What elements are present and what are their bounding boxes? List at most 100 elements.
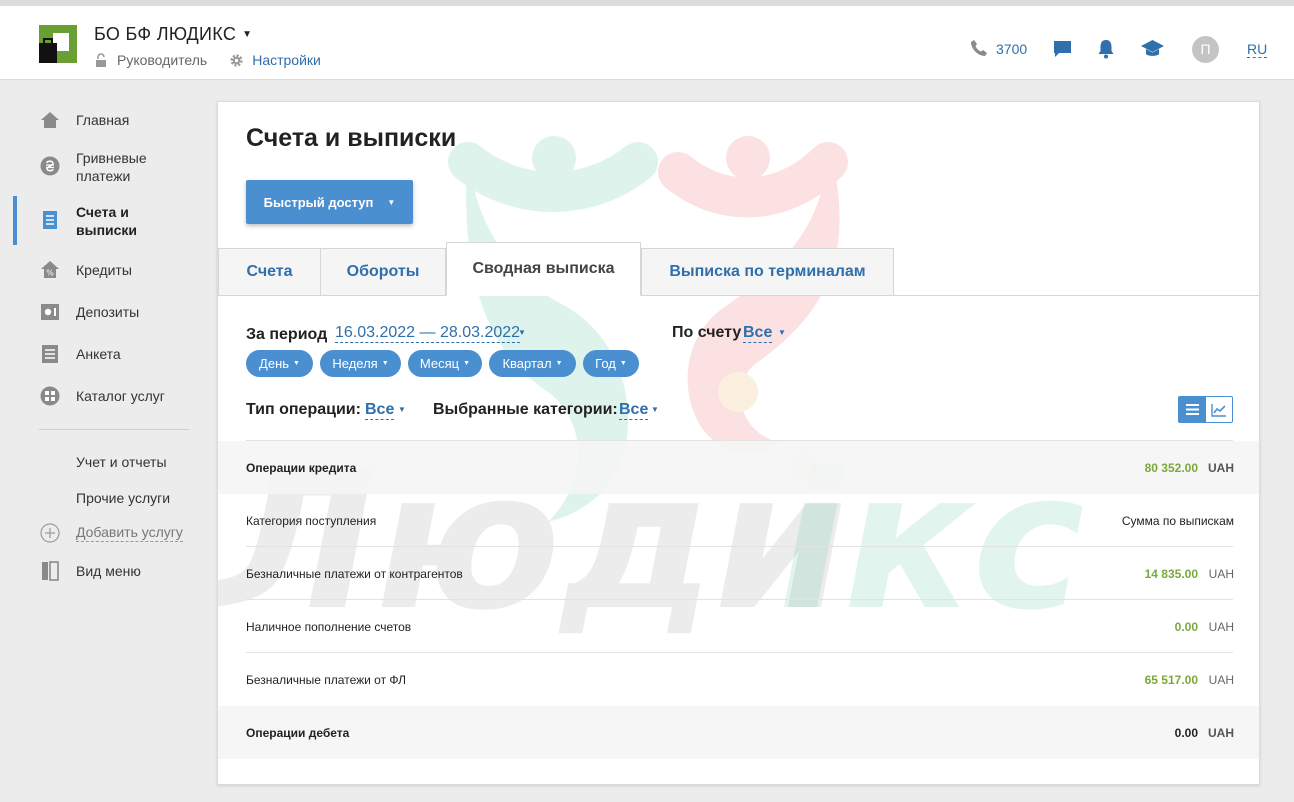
active-indicator: [13, 196, 17, 245]
sidebar: Главная Гривневые платежи Счета и выписк…: [0, 80, 210, 802]
bell-icon[interactable]: [1097, 39, 1115, 59]
tab-terminal-statement[interactable]: Выписка по терминалам: [641, 248, 894, 296]
tab-accounts[interactable]: Счета: [218, 248, 321, 296]
tab-summary-statement[interactable]: Сводная выписка: [446, 242, 641, 296]
graduation-cap-icon[interactable]: [1140, 39, 1165, 59]
avatar[interactable]: П: [1192, 36, 1219, 63]
user-role: Руководитель: [117, 52, 208, 68]
sidebar-item-label: Счета и выписки: [76, 204, 138, 238]
row-name: Безналичные платежи от контрагентов: [246, 566, 463, 581]
table-row: Категория поступления Сумма по выпискам: [218, 494, 1259, 547]
sidebar-item-label: Гривневые платежи: [76, 150, 147, 184]
view-toggle: [1178, 396, 1233, 423]
chart-view-button[interactable]: [1206, 397, 1233, 422]
credit-house-icon: %: [41, 261, 59, 278]
menu-view-icon: [42, 561, 59, 581]
document-icon: [43, 211, 57, 229]
table-row: Безналичные платежи от контрагентов 14 8…: [218, 547, 1259, 600]
chevron-down-icon: ▼: [619, 360, 627, 367]
chevron-down-icon: ▼: [242, 29, 253, 40]
sidebar-item-label: Кредиты: [76, 262, 132, 278]
chevron-down-icon[interactable]: ▼: [778, 328, 786, 337]
tab-label: Счета: [246, 263, 293, 280]
account-filter[interactable]: Все: [743, 324, 773, 343]
period-day-button[interactable]: День ▼: [246, 350, 313, 377]
phone-icon[interactable]: [970, 39, 988, 57]
period-label: За период: [246, 326, 328, 343]
period-month-button[interactable]: Месяц ▼: [408, 350, 482, 377]
row-currency: UAH: [1208, 725, 1234, 740]
operation-type-filter[interactable]: Все: [365, 401, 395, 420]
sidebar-item-label: Анкета: [76, 346, 121, 362]
form-list-icon: [42, 345, 58, 363]
chevron-down-icon: ▼: [387, 197, 396, 207]
row-name: Операции кредита: [246, 460, 357, 475]
quick-access-label: Быстрый доступ: [263, 194, 374, 210]
tab-label: Сводная выписка: [472, 260, 615, 277]
chevron-down-icon[interactable]: ▼: [518, 328, 526, 337]
row-amount: 65 517.00: [1144, 672, 1198, 687]
table-row: Операции кредита 80 352.00 UAH: [218, 441, 1259, 494]
list-icon: [1185, 404, 1199, 415]
unlock-icon: [96, 52, 106, 67]
table-row: Наличное пополнение счетов 0.00 UAH: [218, 600, 1259, 653]
period-week-button[interactable]: Неделя ▼: [320, 350, 401, 377]
chevron-down-icon[interactable]: ▼: [651, 405, 659, 414]
row-name: Наличное пополнение счетов: [246, 619, 412, 634]
chevron-down-icon: ▼: [381, 360, 389, 367]
line-chart-icon: [1211, 403, 1226, 417]
row-currency: UAH: [1208, 672, 1234, 687]
row-amount: 14 835.00: [1144, 566, 1198, 581]
row-currency: UAH: [1208, 566, 1234, 581]
tab-label: Выписка по терминалам: [669, 263, 866, 280]
row-name: Операции дебета: [246, 725, 350, 740]
sidebar-item-label: Учет и отчеты: [76, 454, 167, 470]
sidebar-item-label: Добавить услугу: [76, 524, 183, 542]
period-date-range[interactable]: 16.03.2022 — 28.03.2022: [335, 324, 521, 343]
row-currency: UAH: [1208, 619, 1234, 634]
tab-turnovers[interactable]: Обороты: [320, 248, 446, 296]
chevron-down-icon[interactable]: ▼: [398, 405, 406, 414]
column-header-category: Категория поступления: [246, 513, 377, 528]
categories-label: Выбранные категории:: [433, 401, 618, 418]
settings-link[interactable]: Настройки: [252, 52, 321, 68]
chat-icon[interactable]: [1053, 40, 1072, 58]
sidebar-divider: [39, 429, 189, 430]
table-row: Операции дебета 0.00 UAH: [218, 706, 1259, 759]
list-view-button[interactable]: [1179, 397, 1206, 422]
period-year-button[interactable]: Год ▼: [583, 350, 639, 377]
company-name: БО БФ ЛЮДИКС: [94, 24, 237, 44]
sidebar-item-label: Прочие услуги: [76, 490, 171, 506]
quick-access-button[interactable]: Быстрый доступ ▼: [246, 180, 413, 224]
pill-label: День: [259, 356, 290, 371]
phone-number[interactable]: 3700: [996, 41, 1027, 57]
pill-label: Месяц: [419, 356, 460, 371]
page-title: Счета и выписки: [246, 124, 457, 152]
chevron-down-icon: ▼: [293, 360, 300, 367]
catalog-icon: [40, 386, 60, 406]
pill-label: Год: [595, 356, 616, 371]
table-row: Безналичные платежи от ФЛ 65 517.00 UAH: [218, 653, 1259, 706]
company-selector[interactable]: БО БФ ЛЮДИКС ▼: [94, 24, 252, 45]
period-quarter-button[interactable]: Квартал ▼: [489, 350, 576, 377]
chevron-down-icon: ▼: [463, 360, 471, 367]
row-amount: 0.00: [1174, 725, 1198, 740]
sidebar-item-label: Депозиты: [76, 304, 140, 320]
language-switch[interactable]: RU: [1247, 41, 1268, 58]
svg-text:%: %: [46, 269, 54, 278]
row-amount: 80 352.00: [1144, 460, 1198, 475]
deposit-icon: [41, 304, 59, 320]
categories-filter[interactable]: Все: [619, 401, 649, 420]
home-icon: [41, 112, 59, 128]
tab-label: Обороты: [346, 263, 420, 280]
chevron-down-icon: ▼: [555, 360, 563, 367]
pill-label: Неделя: [332, 356, 378, 371]
plus-circle-icon: [40, 523, 60, 543]
bank-logo[interactable]: [39, 25, 77, 63]
sidebar-item-label: Вид меню: [76, 563, 141, 579]
gear-icon[interactable]: [229, 53, 244, 68]
row-currency: UAH: [1208, 460, 1234, 475]
main-card: Люди ікс Счета и выписки Быстрый доступ …: [217, 101, 1260, 785]
operation-type-label: Тип операции:: [246, 401, 361, 418]
top-header: БО БФ ЛЮДИКС ▼ Руководитель Настройки 370…: [0, 0, 1294, 80]
